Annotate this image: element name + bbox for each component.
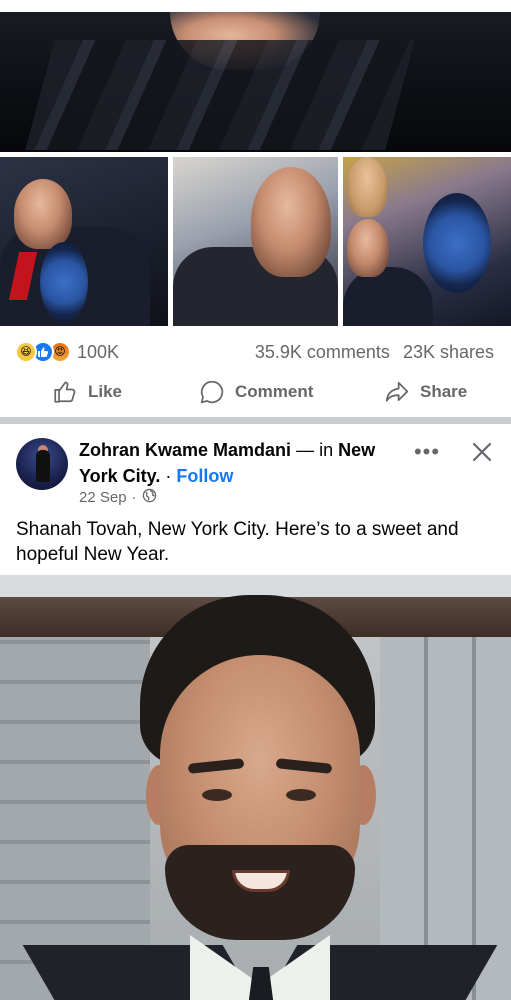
feed-divider bbox=[0, 417, 511, 424]
reaction-count: 100K bbox=[77, 341, 120, 362]
post-main-photo[interactable] bbox=[0, 0, 511, 152]
post-meta: 22 Sep · bbox=[79, 488, 157, 507]
comment-label: Comment bbox=[235, 382, 314, 401]
post-more-options-button[interactable]: ••• bbox=[411, 438, 443, 466]
reactions-summary[interactable]: 😆 😡 100K bbox=[15, 341, 119, 363]
shares-count-link[interactable]: 23K shares bbox=[403, 342, 494, 363]
photo-face bbox=[347, 157, 387, 217]
post-photo-grid bbox=[0, 157, 511, 326]
avatar-figure bbox=[36, 450, 50, 482]
follow-separator: · bbox=[165, 466, 172, 486]
photo-face bbox=[14, 179, 72, 249]
photo-suit bbox=[343, 267, 433, 326]
photo-seal bbox=[40, 242, 88, 322]
video-beard bbox=[165, 845, 355, 940]
photo-top-band bbox=[0, 0, 511, 12]
post-action-bar: Like Comment Share bbox=[0, 372, 511, 412]
follow-button[interactable]: Follow bbox=[176, 466, 233, 486]
date-separator: · bbox=[131, 489, 137, 506]
post-body-text: Shanah Tovah, New York City. Here’s to a… bbox=[16, 519, 459, 565]
share-label: Share bbox=[420, 382, 468, 401]
location-prefix: — in bbox=[296, 440, 334, 460]
video-eye bbox=[286, 789, 316, 801]
photo-thumbnail[interactable] bbox=[0, 157, 168, 326]
close-icon[interactable] bbox=[466, 436, 498, 468]
engagement-counts: 35.9K comments 23K shares bbox=[255, 342, 494, 363]
post-date-link[interactable]: 22 Sep bbox=[79, 489, 127, 506]
photo-face bbox=[347, 219, 389, 277]
photo-microphones bbox=[25, 40, 415, 150]
like-label: Like bbox=[88, 382, 123, 401]
thumbs-up-icon bbox=[52, 379, 78, 405]
author-avatar[interactable] bbox=[16, 438, 68, 490]
speech-bubble-icon bbox=[199, 379, 225, 405]
photo-seal bbox=[423, 193, 491, 293]
video-tie bbox=[248, 967, 274, 1000]
share-arrow-icon bbox=[384, 379, 410, 405]
author-name-link[interactable]: Zohran Kwame Mamdani bbox=[79, 440, 291, 460]
comment-button[interactable]: Comment bbox=[199, 372, 313, 412]
post-video[interactable] bbox=[0, 575, 511, 1000]
photo-thumbnail[interactable] bbox=[173, 157, 338, 326]
post-author-line: Zohran Kwame Mamdani — in New York City.… bbox=[79, 437, 409, 489]
video-window-top bbox=[0, 575, 511, 597]
globe-icon bbox=[142, 488, 157, 507]
share-button[interactable]: Share bbox=[384, 372, 467, 412]
comments-count-link[interactable]: 35.9K comments bbox=[255, 342, 390, 363]
haha-reaction-icon: 😆 bbox=[15, 341, 37, 363]
video-eye bbox=[202, 789, 232, 801]
post-stats-bar: 😆 😡 100K 35.9K comments 23K shares bbox=[0, 335, 511, 369]
photo-face bbox=[251, 167, 331, 277]
photo-thumbnail[interactable] bbox=[343, 157, 511, 326]
like-button[interactable]: Like bbox=[52, 372, 122, 412]
